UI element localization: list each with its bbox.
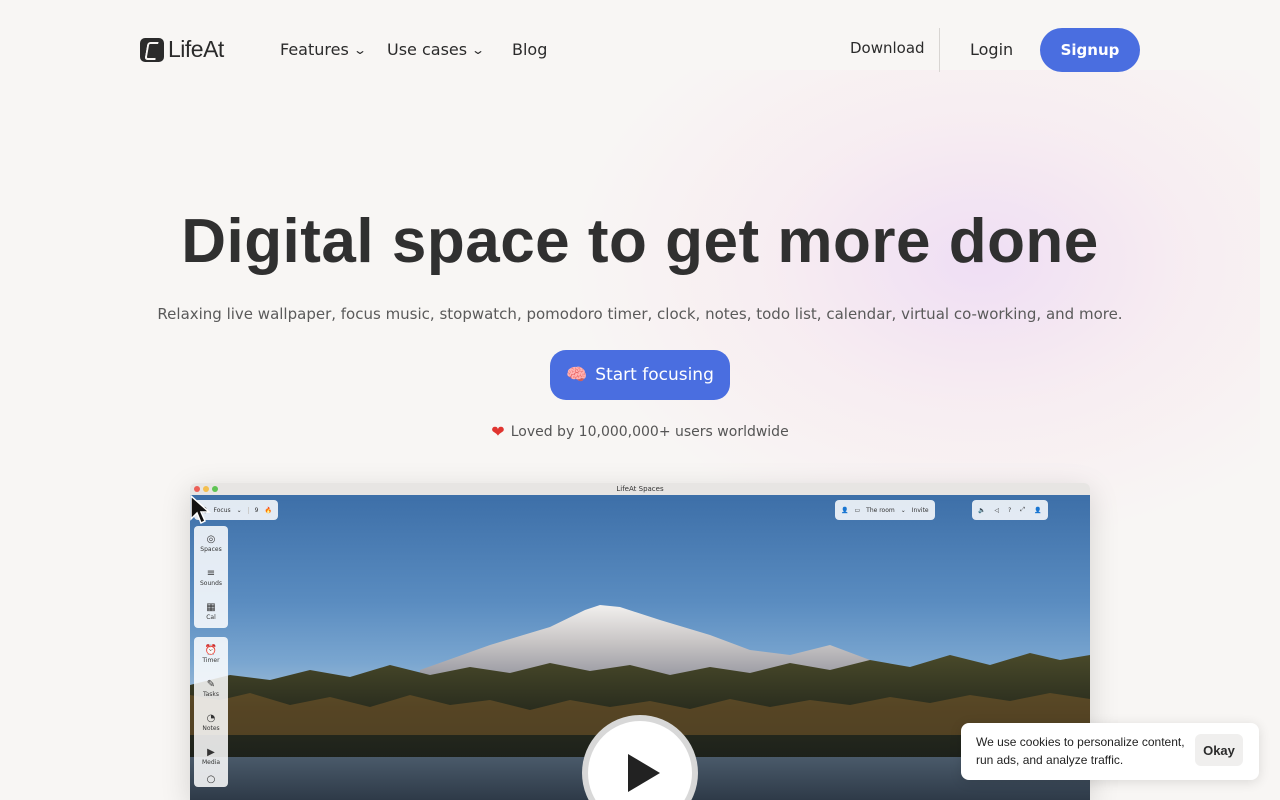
nav-login[interactable]: Login xyxy=(970,40,1013,59)
sidebar-bottom-group: ⏰ Timer ✎ Tasks ◔ Notes ▶ Media ○ xyxy=(194,637,228,787)
logo-icon xyxy=(140,37,164,62)
nav-divider xyxy=(939,28,940,72)
social-proof-text: Loved by 10,000,000+ users worldwide xyxy=(510,423,789,440)
start-focusing-button[interactable]: 🧠 Start focusing xyxy=(550,350,730,400)
sidebar-label: Cal xyxy=(206,613,216,621)
sidebar-item-timer[interactable]: ⏰ Timer xyxy=(202,637,219,671)
window-title: LifeAt Spaces xyxy=(616,485,664,493)
signup-button[interactable]: Signup xyxy=(1040,28,1140,72)
maximize-dot-icon xyxy=(212,486,218,492)
nav-blog[interactable]: Blog xyxy=(512,40,547,59)
window-titlebar: LifeAt Spaces xyxy=(190,483,1090,495)
chevron-down-icon: ⌄ xyxy=(236,506,242,514)
sliders-icon: ≡ xyxy=(206,567,216,579)
heart-icon: ❤ xyxy=(491,422,505,441)
play-icon xyxy=(628,754,660,792)
brain-icon: 🧠 xyxy=(566,365,588,385)
chat-icon: ○ xyxy=(206,774,216,785)
window-controls xyxy=(194,486,218,492)
avatar-icon: 👤 xyxy=(841,506,849,514)
logo-text: LifeAt xyxy=(168,36,224,62)
fire-icon: 🔥 xyxy=(264,506,272,514)
play-circle-icon: ▶ xyxy=(207,746,215,758)
nav-use-cases-label: Use cases xyxy=(387,40,468,59)
chevron-down-icon: ⌄ xyxy=(900,506,906,514)
sidebar-item-tasks[interactable]: ✎ Tasks xyxy=(203,671,219,705)
nav-download[interactable]: Download xyxy=(850,39,925,57)
sidebar-top-group: ◎ Spaces ≡ Sounds ▦ Cal xyxy=(194,526,228,628)
volume-icon[interactable]: 🔈 xyxy=(978,507,985,514)
globe-icon: ◎ xyxy=(206,533,216,545)
app-preview-window: LifeAt Spaces Focus ⌄ 9 🔥 👤 ▭ The room ⌄… xyxy=(190,483,1090,800)
sidebar-label: Timer xyxy=(202,656,220,664)
focus-label: Focus xyxy=(213,506,231,514)
sidebar-label: Notes xyxy=(202,724,220,732)
sidebar-item-sounds[interactable]: ≡ Sounds xyxy=(200,560,222,594)
help-icon[interactable]: ? xyxy=(1008,507,1011,514)
megaphone-icon[interactable]: ◁ xyxy=(994,507,999,514)
logo[interactable]: LifeAt xyxy=(140,36,224,63)
sidebar-item-cal[interactable]: ▦ Cal xyxy=(206,594,216,628)
alarm-clock-icon: ⏰ xyxy=(204,644,218,656)
camera-icon: ▭ xyxy=(854,506,861,514)
top-nav: LifeAt Features ⌄ Use cases ⌄ Blog Downl… xyxy=(0,0,1280,100)
nav-use-cases[interactable]: Use cases ⌄ xyxy=(387,40,486,59)
close-dot-icon xyxy=(194,486,200,492)
sidebar-label: Sounds xyxy=(199,579,223,587)
chevron-down-icon: ⌄ xyxy=(352,42,367,57)
cookie-okay-button[interactable]: Okay xyxy=(1195,734,1243,766)
invite-label[interactable]: Invite xyxy=(912,507,929,514)
cookie-message: We use cookies to personalize content, r… xyxy=(976,735,1185,767)
mouse-cursor-icon xyxy=(190,495,211,525)
sidebar-label: Tasks xyxy=(202,690,220,698)
chevron-down-icon: ⌄ xyxy=(471,42,486,57)
room-chip[interactable]: 👤 ▭ The room ⌄ Invite xyxy=(835,500,935,520)
sidebar-item-notes[interactable]: ◔ Notes xyxy=(202,705,219,739)
sidebar-item-more[interactable]: ○ xyxy=(207,773,216,787)
pencil-icon: ✎ xyxy=(206,678,216,690)
nav-features-label: Features xyxy=(280,40,349,59)
minimize-dot-icon xyxy=(203,486,209,492)
user-menu-icon[interactable]: 👤 xyxy=(1034,507,1041,514)
cookie-banner: We use cookies to personalize content, r… xyxy=(961,723,1259,780)
start-focusing-label: Start focusing xyxy=(595,365,714,385)
social-proof: ❤ Loved by 10,000,000+ users worldwide xyxy=(0,422,1280,441)
calendar-icon: ▦ xyxy=(206,601,216,613)
nav-features[interactable]: Features ⌄ xyxy=(280,40,367,59)
hero-headline: Digital space to get more done xyxy=(181,207,1099,276)
hero-subline: Relaxing live wallpaper, focus music, st… xyxy=(157,305,1123,323)
sidebar-label: Spaces xyxy=(200,545,222,553)
expand-icon[interactable]: ⤢ xyxy=(1020,506,1025,514)
streak-count: 9 xyxy=(247,506,258,514)
room-label: The room xyxy=(866,506,895,514)
wallpaper-scene: 🎧 Focus ⌄ 9 🔥 👤 ▭ The room ⌄ Invite 🔈 ◁ … xyxy=(190,495,1090,800)
window-toolbar: 🔈 ◁ ? ⤢ 👤 xyxy=(972,500,1048,520)
notes-icon: ◔ xyxy=(206,712,216,724)
sidebar-item-media[interactable]: ▶ Media xyxy=(202,739,220,773)
sidebar-item-spaces[interactable]: ◎ Spaces xyxy=(200,526,221,560)
sidebar-label: Media xyxy=(201,758,221,766)
